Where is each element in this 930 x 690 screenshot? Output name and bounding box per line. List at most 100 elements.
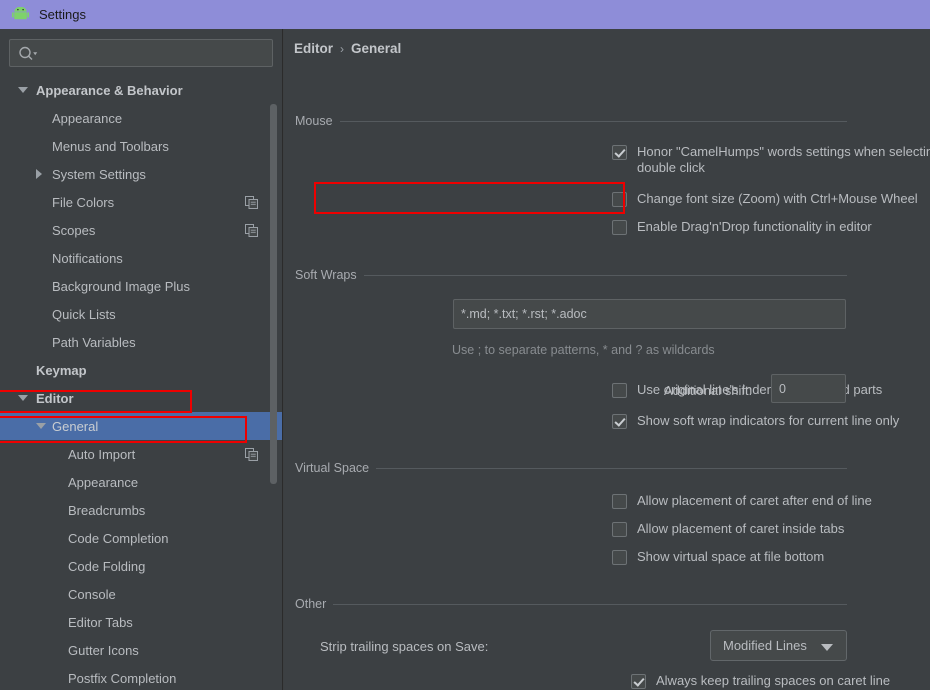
sidebar-item-label: Code Folding [68,558,146,574]
checkbox-row-virtual-space-bottom[interactable]: Show virtual space at file bottom [612,549,824,565]
section-divider [284,275,847,276]
section-header-mouse: Mouse [284,113,930,129]
section-mouse: Mouse [284,113,930,129]
section-title-mouse: Mouse [284,114,340,128]
window-title: Settings [39,7,86,22]
sidebar-item-gutter-icons[interactable]: Gutter Icons [0,636,282,664]
sidebar-item-label: Background Image Plus [52,278,191,294]
sidebar-item-general[interactable]: General [0,412,282,440]
checkbox-use-original-indent[interactable] [612,383,627,398]
sidebar-item-appearance-behavior[interactable]: Appearance & Behavior [0,76,282,104]
strip-trailing-dropdown[interactable]: Modified Lines [710,630,847,661]
sidebar-item-editor-tabs[interactable]: Editor Tabs [0,608,282,636]
sidebar-item-label: Notifications [52,250,123,266]
sidebar-item-label: Gutter Icons [68,642,139,658]
section-header-other: Other [284,596,930,612]
settings-tree: Appearance & Behavior Appearance Menus and… [0,76,282,690]
sidebar-item-quick-lists[interactable]: Quick Lists [0,300,282,328]
checkbox-label-caret-inside-tabs: Allow placement of caret inside tabs [637,521,845,536]
checkbox-row-caret-after-eol[interactable]: Allow placement of caret after end of li… [612,493,872,509]
breadcrumb-separator-icon: › [340,41,344,56]
copy-icon[interactable] [245,196,258,209]
sidebar-item-label: File Colors [52,194,115,210]
additional-shift-value: 0 [779,381,786,396]
additional-shift-label: Additional shift: [664,383,753,398]
chevron-down-icon[interactable] [821,644,833,651]
sidebar-item-label: Code Completion [68,530,169,546]
search-container [0,29,282,67]
sidebar-item-path-variables[interactable]: Path Variables [0,328,282,356]
checkbox-label-virtual-space-bottom: Show virtual space at file bottom [637,549,825,564]
sidebar-scrollbar-thumb[interactable] [270,104,277,484]
breadcrumb: Editor › General [294,41,401,56]
copy-icon[interactable] [245,224,258,237]
sidebar-item-code-folding[interactable]: Code Folding [0,552,282,580]
checkbox-show-soft-wrap-indicators[interactable] [612,414,627,429]
breadcrumb-parent[interactable]: Editor [294,41,333,56]
chevron-right-icon[interactable] [36,169,42,179]
sidebar-item-label: Scopes [52,222,96,238]
settings-sidebar: Appearance & Behavior Appearance Menus and… [0,29,283,690]
checkbox-label-change-font-size: Change font size (Zoom) with Ctrl+Mouse … [637,191,918,206]
sidebar-item-label: Breadcrumbs [68,502,146,518]
search-input[interactable] [42,40,268,66]
strip-trailing-label: Strip trailing spaces on Save: [320,639,489,654]
sidebar-item-keymap[interactable]: Keymap [0,356,282,384]
section-title-virtual-space: Virtual Space [284,461,377,475]
sidebar-item-console[interactable]: Console [0,580,282,608]
checkbox-caret-inside-tabs[interactable] [612,522,627,537]
soft-wrap-files-value: *.md; *.txt; *.rst; *.adoc [461,307,587,321]
checkbox-row-enable-drag-drop[interactable]: Enable Drag'n'Drop functionality in edit… [612,219,872,235]
sidebar-item-appearance[interactable]: Appearance [0,468,282,496]
sidebar-item-label: Appearance [52,110,123,126]
sidebar-item-label: Appearance [68,474,139,490]
checkbox-change-font-size[interactable] [612,192,627,207]
soft-wrap-files-input[interactable]: *.md; *.txt; *.rst; *.adoc [453,299,846,329]
sidebar-item-breadcrumbs[interactable]: Breadcrumbs [0,496,282,524]
sidebar-item-postfix-completion[interactable]: Postfix Completion [0,664,282,690]
sidebar-item-menus-and-toolbars[interactable]: Menus and Toolbars [0,132,282,160]
checkbox-row-honor-camel-humps[interactable]: Honor "CamelHumps" words settings when s… [612,144,930,176]
section-header-virtual-space: Virtual Space [284,460,930,476]
sidebar-item-system-settings[interactable]: System Settings [0,160,282,188]
search-box[interactable] [9,39,273,67]
checkbox-row-always-keep-trailing[interactable]: Always keep trailing spaces on caret lin… [631,673,890,689]
section-other: Other [284,596,930,612]
checkbox-label-always-keep-trailing: Always keep trailing spaces on caret lin… [656,673,891,688]
sidebar-item-file-colors[interactable]: File Colors [0,188,282,216]
settings-window: Settings Appearance & Behavior Appearance… [0,0,930,690]
checkbox-caret-after-eol[interactable] [612,494,627,509]
search-icon[interactable] [18,45,38,63]
checkbox-label-enable-drag-drop: Enable Drag'n'Drop functionality in edit… [637,219,872,234]
sidebar-item-scopes[interactable]: Scopes [0,216,282,244]
checkbox-label-caret-after-eol: Allow placement of caret after end of li… [637,493,872,508]
copy-icon[interactable] [245,448,258,461]
sidebar-item-label: System Settings [52,166,146,182]
sidebar-item-editor[interactable]: Editor [0,384,282,412]
checkbox-row-change-font-size[interactable]: Change font size (Zoom) with Ctrl+Mouse … [612,191,918,207]
sidebar-item-auto-import[interactable]: Auto Import [0,440,282,468]
additional-shift-input[interactable]: 0 [771,374,846,403]
checkbox-enable-drag-drop[interactable] [612,220,627,235]
sidebar-item-code-completion[interactable]: Code Completion [0,524,282,552]
android-icon [12,6,29,22]
checkbox-row-caret-inside-tabs[interactable]: Allow placement of caret inside tabs [612,521,844,537]
checkbox-row-show-soft-wrap-indicators[interactable]: Show soft wrap indicators for current li… [612,413,899,429]
sidebar-item-label: Console [68,586,116,602]
soft-wrap-hint: Use ; to separate patterns, * and ? as w… [452,343,715,357]
sidebar-item-background-image-plus[interactable]: Background Image Plus [0,272,282,300]
checkbox-honor-camel-humps[interactable] [612,145,627,160]
chevron-down-icon[interactable] [18,395,28,401]
chevron-down-icon[interactable] [18,87,28,93]
sidebar-item-appearance[interactable]: Appearance [0,104,282,132]
chevron-down-icon[interactable] [36,423,46,429]
breadcrumb-current: General [351,41,402,56]
sidebar-item-notifications[interactable]: Notifications [0,244,282,272]
sidebar-item-label: Appearance & Behavior [36,82,183,98]
sidebar-item-label: Editor [36,390,74,406]
checkbox-always-keep-trailing[interactable] [631,674,646,689]
sidebar-item-label: Quick Lists [52,306,116,322]
section-soft-wraps: Soft Wraps [284,267,930,283]
checkbox-virtual-space-bottom[interactable] [612,550,627,565]
checkbox-label-honor-camel-humps: Honor "CamelHumps" words settings when s… [637,144,930,175]
